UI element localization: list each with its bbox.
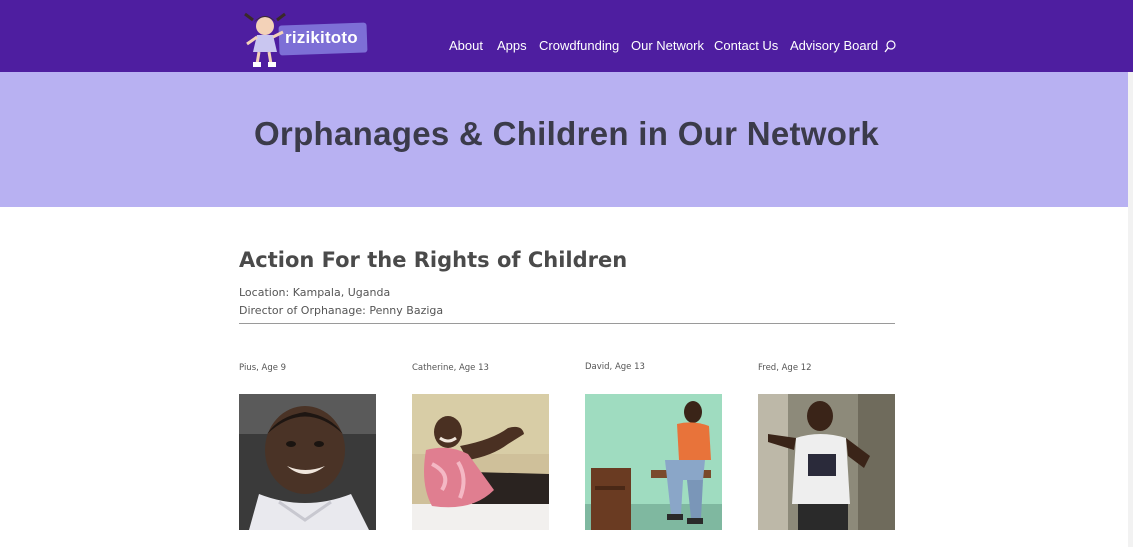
child-photo-fred[interactable] xyxy=(758,394,895,530)
nav-advisory-board[interactable]: Advisory Board xyxy=(790,38,878,53)
orphanage-name: Action For the Rights of Children xyxy=(239,248,628,272)
page-scrollbar[interactable] xyxy=(1128,72,1133,547)
nav-crowdfunding[interactable]: Crowdfunding xyxy=(539,38,619,53)
nav-about[interactable]: About xyxy=(449,38,483,53)
child-photo-catherine[interactable] xyxy=(412,394,549,530)
site-header: rizikitoto About Apps Crowdfunding Our N… xyxy=(0,0,1133,72)
hero-banner: Orphanages & Children in Our Network xyxy=(0,72,1133,207)
child-photo-pius[interactable] xyxy=(239,394,376,530)
child-label-david: David, Age 13 xyxy=(585,362,645,372)
child-label-fred: Fred, Age 12 xyxy=(758,363,812,373)
nav-our-network[interactable]: Our Network xyxy=(631,38,704,53)
orphanage-location: Location: Kampala, Uganda xyxy=(239,286,391,299)
search-icon[interactable] xyxy=(884,40,896,54)
child-label-pius: Pius, Age 9 xyxy=(239,363,287,373)
child-photo-david[interactable] xyxy=(585,394,722,530)
child-label-catherine: Catherine, Age 13 xyxy=(412,363,489,373)
nav-apps[interactable]: Apps xyxy=(497,38,527,53)
orphanage-director: Director of Orphanage: Penny Baziga xyxy=(239,304,444,317)
page-title: Orphanages & Children in Our Network xyxy=(253,115,880,152)
section-divider xyxy=(239,323,895,324)
nav-contact-us[interactable]: Contact Us xyxy=(714,38,778,53)
main-nav: About Apps Crowdfunding Our Network Cont… xyxy=(0,38,1133,58)
